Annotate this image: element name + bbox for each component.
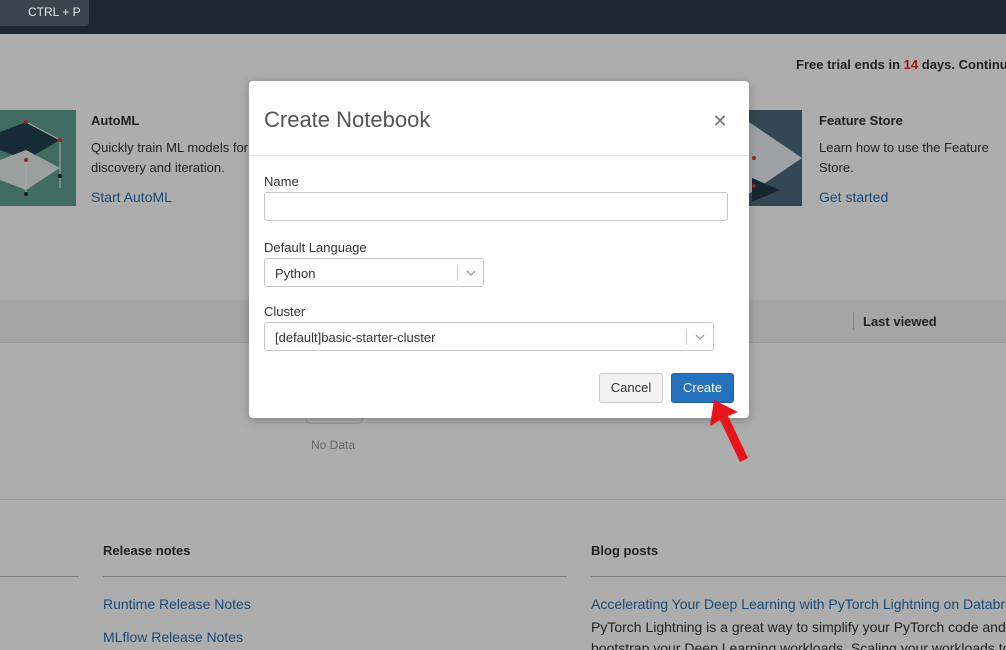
create-notebook-dialog: Create Notebook ✕ Name Default Language …	[249, 81, 749, 418]
cluster-label: Cluster	[264, 304, 306, 319]
default-language-select[interactable]: Python	[264, 258, 484, 287]
search-shortcut-hint[interactable]: CTRL + P	[0, 0, 89, 26]
name-label: Name	[264, 174, 299, 189]
select-separator	[457, 265, 458, 281]
top-bar: CTRL + P	[0, 0, 1006, 34]
cancel-button[interactable]: Cancel	[599, 373, 663, 403]
dialog-header-divider	[249, 155, 749, 156]
cluster-value: [default]basic-starter-cluster	[275, 330, 436, 345]
close-icon[interactable]: ✕	[712, 111, 728, 131]
select-separator	[686, 329, 687, 345]
chevron-down-icon	[695, 334, 705, 340]
dialog-title: Create Notebook	[264, 107, 431, 132]
chevron-down-icon	[466, 270, 476, 276]
notebook-name-input[interactable]	[264, 192, 728, 221]
default-language-value: Python	[275, 266, 316, 281]
default-language-label: Default Language	[264, 240, 367, 255]
red-pointer-arrow-icon	[710, 400, 748, 462]
cluster-select[interactable]: [default]basic-starter-cluster	[264, 322, 714, 351]
